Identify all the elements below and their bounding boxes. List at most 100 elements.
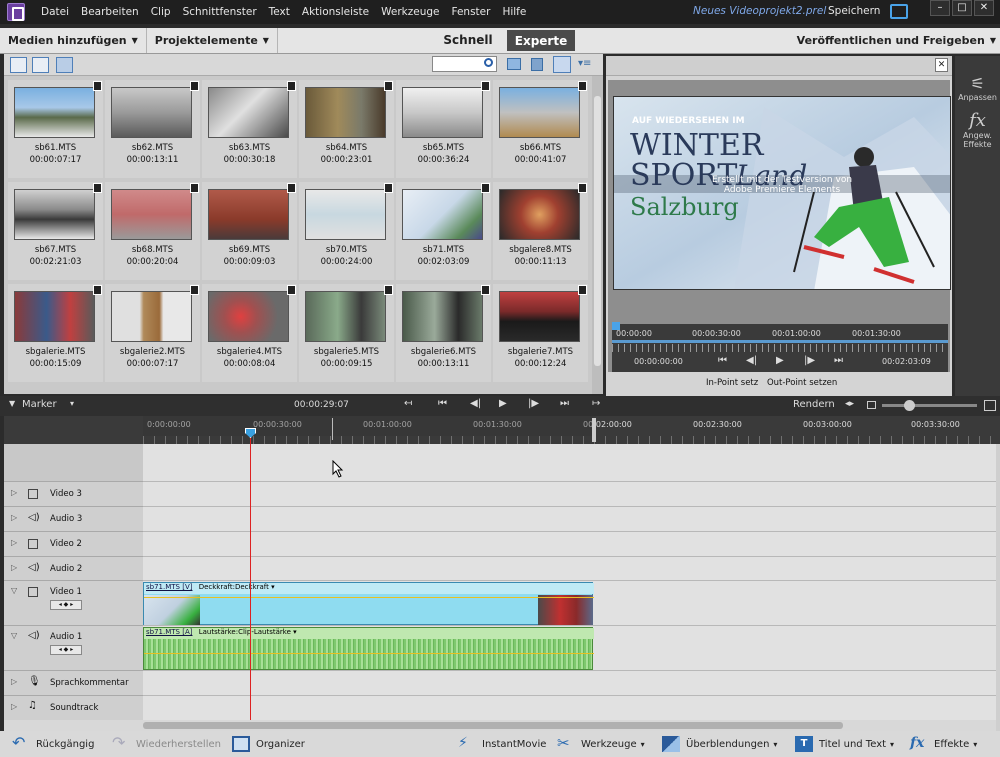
monitor-timeline-ruler[interactable]: 00:00:00 00:00:30:00 00:01:00:00 00:01:3… <box>612 322 948 352</box>
project-scrollbar[interactable] <box>592 76 603 394</box>
track-header-video3[interactable]: ▷ Video 3 <box>4 482 143 507</box>
go-to-start-icon[interactable]: ⏮ <box>718 355 727 366</box>
expand-icon[interactable]: ▷ <box>11 563 17 572</box>
track-header-audio2[interactable]: ▷ ◁) Audio 2 <box>4 557 143 581</box>
panel-menu-icon[interactable]: ▾≡ <box>578 59 592 69</box>
clip-thumbnail[interactable]: sbgalerie7.MTS 00:00:12:24 <box>493 284 588 382</box>
transitions-button[interactable]: Überblendungen ▾ <box>662 736 777 752</box>
expand-icon[interactable]: ▷ <box>11 677 17 686</box>
clip-thumbnail[interactable]: sb64.MTS 00:00:23:01 <box>299 80 394 178</box>
organizer-button[interactable]: Organizer <box>232 736 305 752</box>
track-audio1[interactable]: sb71.MTS [A] Lautstärke:Clip-Lautstärke … <box>143 626 996 671</box>
redo-button[interactable]: ↷ Wiederherstellen <box>112 735 221 752</box>
undo-button[interactable]: ↶ Rückgängig <box>12 735 94 752</box>
clip-thumbnail[interactable]: sbgalerie2.MTS 00:00:07:17 <box>105 284 200 382</box>
work-area-end-handle[interactable] <box>592 418 596 442</box>
titles-button[interactable]: T Titel und Text ▾ <box>795 736 894 752</box>
timeline-scrollbar[interactable] <box>143 720 996 731</box>
mode-quick-tab[interactable]: Schnell <box>430 28 506 52</box>
maximize-button[interactable]: □ <box>952 0 972 16</box>
in-point-button[interactable]: In-Point setz <box>706 378 758 388</box>
new-folder-icon[interactable] <box>507 58 521 70</box>
render-button[interactable]: Rendern <box>793 399 835 410</box>
track-header-video1[interactable]: ▽ Video 1 ◂ ◆ ▸ <box>4 581 143 626</box>
track-audio2[interactable] <box>143 557 996 581</box>
keyframe-controls[interactable]: ◂ ◆ ▸ <box>50 600 82 610</box>
instantmovie-button[interactable]: ⚡ InstantMovie <box>458 736 546 752</box>
clip-thumbnail[interactable]: sbgalerie5.MTS 00:00:09:15 <box>299 284 394 382</box>
track-soundtrack[interactable] <box>143 696 996 720</box>
track-area[interactable]: sb71.MTS [V] Deckkraft:Deckkraft ▾ sb71.… <box>143 444 996 720</box>
zoom-out-icon[interactable] <box>867 401 876 409</box>
expand-icon[interactable]: ▷ <box>11 488 17 497</box>
go-to-end-icon[interactable]: ⏭ <box>834 355 843 366</box>
zoom-slider[interactable] <box>882 404 977 407</box>
close-icon[interactable]: ✕ <box>935 58 948 72</box>
pin-icon[interactable] <box>553 56 571 73</box>
volume-line[interactable] <box>144 653 594 654</box>
publish-button[interactable]: Veröffentlichen und Freigeben ▼ <box>797 28 996 52</box>
sliders-icon[interactable]: ⚟ <box>955 74 1000 93</box>
track-header-narration[interactable]: ▷ 🎙 Sprachkommentar <box>4 671 143 696</box>
filter-video-icon[interactable] <box>10 57 27 73</box>
save-button[interactable]: Speichern <box>828 5 880 17</box>
menu-bearbeiten[interactable]: Bearbeiten <box>75 6 145 18</box>
track-video2[interactable] <box>143 532 996 557</box>
work-area-bar[interactable] <box>143 416 593 436</box>
track-video3[interactable] <box>143 482 996 507</box>
scrollbar-thumb[interactable] <box>143 722 843 729</box>
audio-clip[interactable]: sb71.MTS [A] Lautstärke:Clip-Lautstärke … <box>143 627 594 670</box>
clip-thumbnail[interactable]: sbgalere8.MTS 00:00:11:13 <box>493 182 588 280</box>
set-in-icon[interactable]: ↤ <box>404 398 412 409</box>
zoom-slider-thumb[interactable] <box>904 400 915 411</box>
clip-thumbnail[interactable]: sb61.MTS 00:00:07:17 <box>8 80 103 178</box>
play-icon[interactable]: ▶ <box>499 398 507 409</box>
collapse-icon[interactable]: ▽ <box>11 631 17 640</box>
timeline-playhead-line[interactable] <box>250 430 251 720</box>
menu-datei[interactable]: Datei <box>35 6 75 18</box>
fx-icon[interactable]: fx <box>955 110 1000 131</box>
step-back-icon[interactable]: ◀| <box>470 398 481 409</box>
fullscreen-icon[interactable] <box>890 4 908 19</box>
timeline-timecode[interactable]: 00:00:29:07 <box>294 400 349 410</box>
minimize-button[interactable]: – <box>930 0 950 16</box>
menu-fenster[interactable]: Fenster <box>445 6 496 18</box>
zoom-in-icon[interactable] <box>984 400 996 411</box>
step-back-icon[interactable]: ◀| <box>746 355 757 366</box>
clip-thumbnail[interactable]: sb71.MTS 00:02:03:09 <box>396 182 491 280</box>
clip-thumbnail[interactable]: sbgalerie6.MTS 00:00:13:11 <box>396 284 491 382</box>
trash-icon[interactable] <box>531 58 543 71</box>
effects-button[interactable]: fx Effekte ▾ <box>910 736 977 752</box>
menu-werkzeuge[interactable]: Werkzeuge <box>375 6 445 18</box>
monitor-playhead[interactable] <box>612 322 620 330</box>
adjust-label[interactable]: Anpassen <box>955 93 1000 102</box>
tools-button[interactable]: ✂ Werkzeuge ▾ <box>557 736 645 752</box>
zoom-fit-icon[interactable]: ◂▸ <box>845 399 854 409</box>
clip-thumbnail[interactable]: sb66.MTS 00:00:41:07 <box>493 80 588 178</box>
track-header-audio3[interactable]: ▷ ◁) Audio 3 <box>4 507 143 532</box>
audio-clip-fx[interactable]: Lautstärke:Clip-Lautstärke ▾ <box>195 628 297 636</box>
clip-thumbnail[interactable]: sb69.MTS 00:00:09:03 <box>202 182 297 280</box>
track-empty[interactable] <box>143 444 996 482</box>
clip-thumbnail[interactable]: sb68.MTS 00:00:20:04 <box>105 182 200 280</box>
timeline-ruler[interactable]: 0:00:00:00 00:00:30:00 00:01:00:00 00:01… <box>143 416 1000 444</box>
menu-schnittfenster[interactable]: Schnittfenster <box>177 6 263 18</box>
step-forward-icon[interactable]: |▶ <box>528 398 539 409</box>
clip-thumbnail[interactable]: sb65.MTS 00:00:36:24 <box>396 80 491 178</box>
expand-icon[interactable]: ▷ <box>11 702 17 711</box>
video-clip-fx[interactable]: Deckkraft:Deckkraft ▾ <box>195 583 275 591</box>
step-forward-icon[interactable]: |▶ <box>804 355 815 366</box>
clip-thumbnail[interactable]: sbgalerie.MTS 00:00:15:09 <box>8 284 103 382</box>
clip-thumbnail[interactable]: sb62.MTS 00:00:13:11 <box>105 80 200 178</box>
go-to-end-icon[interactable]: ⏭ <box>560 398 569 409</box>
chevron-down-icon[interactable]: ▼ <box>9 399 15 408</box>
mode-expert-tab[interactable]: Experte <box>507 30 575 51</box>
clip-thumbnail[interactable]: sb67.MTS 00:02:21:03 <box>8 182 103 280</box>
filter-image-icon[interactable] <box>32 57 49 73</box>
close-button[interactable]: ✕ <box>974 0 994 16</box>
vertical-scrollbar[interactable] <box>996 444 1000 731</box>
play-icon[interactable]: ▶ <box>776 355 784 366</box>
applied-effects-label[interactable]: Angew. Effekte <box>955 131 1000 149</box>
marker-dropdown[interactable]: Marker <box>22 399 57 410</box>
expand-icon[interactable]: ▷ <box>11 513 17 522</box>
